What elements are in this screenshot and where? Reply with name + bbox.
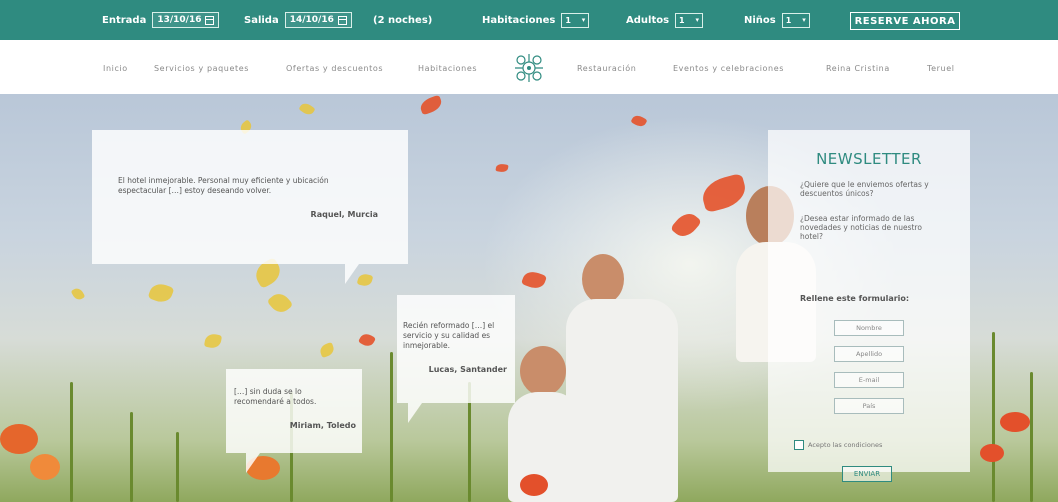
petal-decoration xyxy=(357,331,377,349)
chevron-down-icon: ▾ xyxy=(695,16,700,24)
checkin-label: Entrada xyxy=(102,14,147,26)
nav-item-servicios[interactable]: Servicios y paquetes xyxy=(154,64,249,73)
nav-item-ofertas[interactable]: Ofertas y descuentos xyxy=(286,64,383,73)
newsletter-form-title: Rellene este formulario: xyxy=(800,294,910,303)
adults-value: 1 xyxy=(679,15,685,25)
accept-terms-checkbox[interactable] xyxy=(794,440,804,450)
bubble-tail xyxy=(408,403,422,423)
testimonial-text: […] sin duda se lo recomendaré a todos. xyxy=(234,387,317,406)
testimonial-bubble: El hotel inmejorable. Personal muy efici… xyxy=(92,130,408,264)
poppy-flower xyxy=(30,454,60,480)
poppy-flower xyxy=(1000,412,1030,432)
children-label: Niños xyxy=(744,14,776,26)
nav-item-eventos[interactable]: Eventos y celebraciones xyxy=(673,64,784,73)
checkout-date-field[interactable]: 14/10/16 xyxy=(284,12,352,28)
petal-decoration xyxy=(70,286,86,302)
boy-figure xyxy=(566,299,678,502)
newsletter-question-offers: ¿Quiere que le enviemos ofertas y descue… xyxy=(800,180,929,198)
children-value: 1 xyxy=(785,15,792,25)
child-figure xyxy=(520,346,566,396)
testimonial-text: El hotel inmejorable. Personal muy efici… xyxy=(118,176,329,195)
newsletter-question-news: ¿Desea estar informado de las novedades … xyxy=(800,214,922,241)
nav-item-habitaciones[interactable]: Habitaciones xyxy=(418,64,477,73)
testimonial-author: Lucas, Santander xyxy=(428,365,507,374)
checkout-group: Salida 14/10/16 xyxy=(244,0,352,40)
poppy-flower xyxy=(520,474,548,496)
rooms-select[interactable]: 1 ▾ xyxy=(561,12,590,28)
country-field[interactable]: País xyxy=(834,398,904,414)
email-field[interactable]: E-mail xyxy=(834,372,904,388)
main-nav: Inicio Servicios y paquetes Ofertas y de… xyxy=(0,40,1058,94)
nav-item-teruel[interactable]: Teruel xyxy=(927,64,955,73)
adults-label: Adultos xyxy=(626,14,670,26)
poppy-flower xyxy=(0,424,38,454)
petal-decoration xyxy=(418,94,444,116)
nights-count: (2 noches) xyxy=(373,0,432,40)
bubble-tail xyxy=(345,264,359,284)
boy-figure xyxy=(582,254,624,304)
send-button[interactable]: ENVIAR xyxy=(842,466,892,482)
hero-image: El hotel inmejorable. Personal muy efici… xyxy=(0,94,1058,502)
nav-item-inicio[interactable]: Inicio xyxy=(103,64,128,73)
petal-decoration xyxy=(203,332,223,350)
petal-decoration xyxy=(147,280,175,306)
rooms-group: Habitaciones 1 ▾ xyxy=(482,0,590,40)
flower-stem xyxy=(390,352,393,502)
adults-group: Adultos 1 ▾ xyxy=(626,0,704,40)
checkout-label: Salida xyxy=(244,14,279,26)
surname-field[interactable]: Apellido xyxy=(834,346,904,362)
poppy-flower xyxy=(980,444,1004,462)
rooms-value: 1 xyxy=(565,15,571,25)
newsletter-panel: NEWSLETTER ¿Quiere que le enviemos ofert… xyxy=(768,130,970,482)
checkin-group: Entrada 13/10/16 xyxy=(102,0,220,40)
checkin-date-value: 13/10/16 xyxy=(157,15,202,25)
nights-text: (2 noches) xyxy=(373,14,433,26)
flower-stem xyxy=(1030,372,1033,502)
petal-decoration xyxy=(298,100,316,118)
flower-stem xyxy=(130,412,133,502)
testimonial-author: Miriam, Toledo xyxy=(289,421,356,430)
chevron-down-icon: ▾ xyxy=(581,16,586,24)
calendar-icon[interactable] xyxy=(337,15,347,25)
children-group: Niños 1 ▾ xyxy=(744,0,810,40)
petal-decoration xyxy=(356,272,374,288)
petal-decoration xyxy=(318,341,336,359)
flower-stem xyxy=(70,382,73,502)
testimonial-author: Raquel, Murcia xyxy=(310,210,378,219)
nav-item-reina-cristina[interactable]: Reina Cristina xyxy=(826,64,890,73)
adults-select[interactable]: 1 ▾ xyxy=(675,12,704,28)
testimonial-bubble: Recién reformado […] el servicio y su ca… xyxy=(397,295,515,403)
checkout-date-value: 14/10/16 xyxy=(289,15,334,25)
children-select[interactable]: 1 ▾ xyxy=(781,12,810,28)
testimonial-text: Recién reformado […] el servicio y su ca… xyxy=(403,321,495,350)
calendar-icon[interactable] xyxy=(205,15,215,25)
hotel-crest-icon[interactable] xyxy=(511,50,547,86)
name-field[interactable]: Nombre xyxy=(834,320,904,336)
petal-decoration xyxy=(266,289,294,317)
reserve-now-button[interactable]: RESERVE AHORA xyxy=(850,12,960,30)
chevron-down-icon: ▾ xyxy=(802,16,806,24)
booking-bar: Entrada 13/10/16 Salida 14/10/16 (2 noch… xyxy=(0,0,1058,40)
bubble-tail xyxy=(246,453,260,473)
testimonial-bubble: […] sin duda se lo recomendaré a todos. … xyxy=(226,369,362,453)
accept-terms-label: Acepto las condiciones xyxy=(808,441,883,449)
nav-item-restauracion[interactable]: Restauración xyxy=(577,64,636,73)
checkin-date-field[interactable]: 13/10/16 xyxy=(152,12,220,28)
newsletter-title: NEWSLETTER xyxy=(816,150,922,168)
flower-stem xyxy=(176,432,179,502)
flower-stem xyxy=(992,332,995,502)
rooms-label: Habitaciones xyxy=(482,14,556,26)
